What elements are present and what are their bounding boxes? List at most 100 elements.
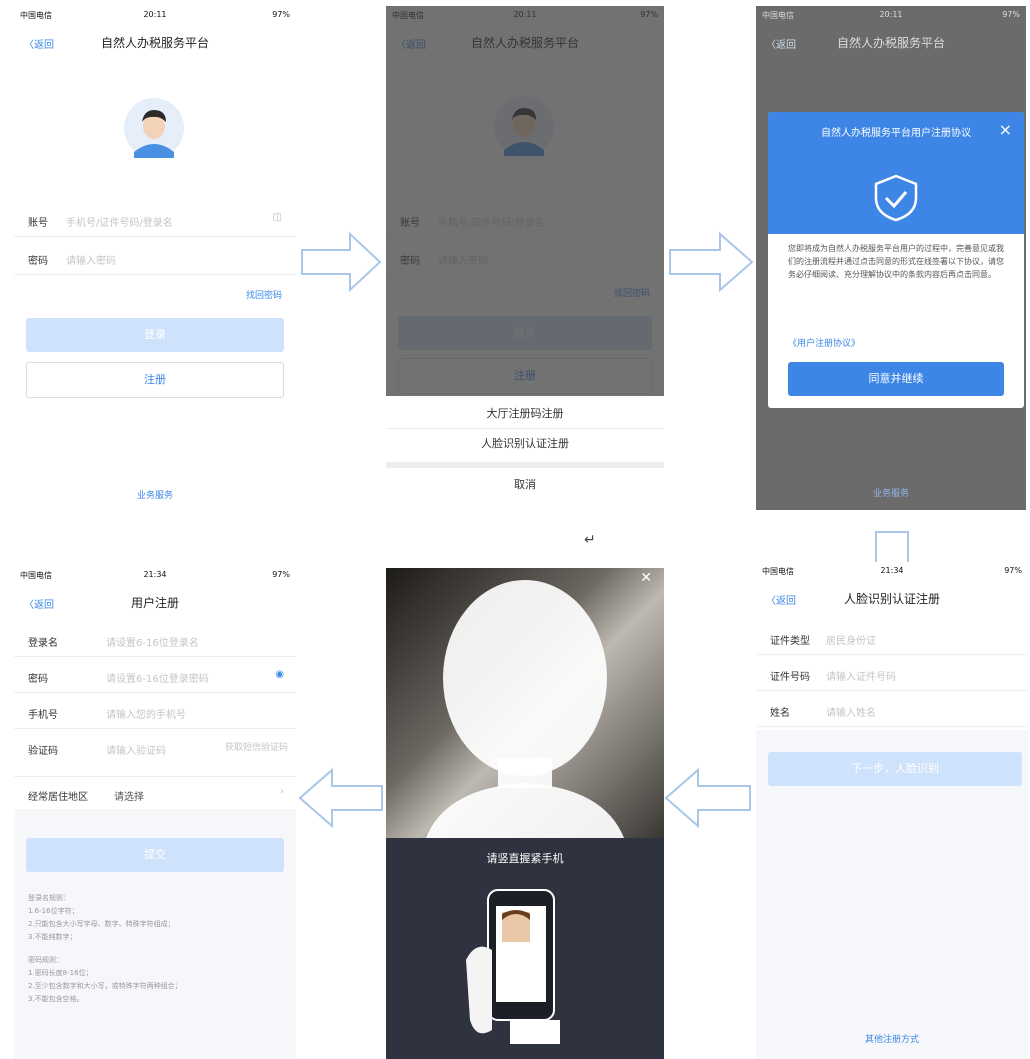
shield-check-icon bbox=[874, 174, 918, 222]
battery-text: 97% bbox=[272, 570, 290, 579]
chevron-right-icon: › bbox=[280, 786, 284, 797]
username-rule-1: 1.6-16位字符； bbox=[28, 907, 79, 915]
clear-icon[interactable]: ◫ bbox=[273, 212, 282, 223]
phone-hold-illustration-icon bbox=[466, 889, 560, 1044]
modal-title: 自然人办税服务平台用户注册协议 bbox=[821, 128, 971, 139]
username-label: 登录名 bbox=[28, 638, 58, 649]
footer-link[interactable]: 业务服务 bbox=[756, 486, 1026, 499]
face-register-form-screen: 中国电信 21:34 97% 〈返回 人脸识别认证注册 证件类型 居民身份证 证… bbox=[756, 562, 1028, 1059]
password-rule-2: 2.至少包含数字和大小写，或特殊字符两种组合； bbox=[28, 982, 182, 990]
action-sheet: 大厅注册码注册 人脸识别认证注册 取消 bbox=[386, 396, 664, 506]
page-title: 自然人办税服务平台 bbox=[836, 36, 945, 50]
login-screen: 中国电信 20:11 97% 〈返回 自然人办税服务平台 账号 手机号/证件号码… bbox=[14, 6, 296, 510]
user-register-screen: 中国电信 21:34 97% 〈返回 用户注册 登录名 请设置6-16位登录名 … bbox=[14, 566, 296, 1059]
agreement-link[interactable]: 《用户注册协议》 bbox=[788, 336, 860, 349]
register-options-screen: 中国电信 20:11 97% 〈返回 自然人办税服务平台 账号 手机号/证件号码… bbox=[386, 6, 664, 506]
account-input[interactable]: 手机号/证件号码/登录名 bbox=[66, 214, 173, 229]
arrow-right-icon bbox=[669, 231, 754, 293]
battery-text: 97% bbox=[272, 10, 290, 19]
sheet-divider bbox=[386, 462, 664, 468]
status-bar: 中国电信 21:34 97% bbox=[14, 566, 296, 584]
battery-text: 97% bbox=[1002, 10, 1020, 19]
battery-text: 97% bbox=[1004, 566, 1022, 575]
id-type-label: 证件类型 bbox=[770, 636, 810, 647]
region-label: 经常居住地区 bbox=[28, 792, 88, 803]
account-label: 账号 bbox=[28, 218, 48, 229]
phone-row: 手机号 请输入您的手机号 bbox=[14, 696, 296, 729]
modal-header: 自然人办税服务平台用户注册协议 × bbox=[768, 112, 1024, 234]
close-camera-button[interactable]: ✕ bbox=[640, 570, 652, 586]
agreement-modal: 自然人办税服务平台用户注册协议 × 您即将成为自然人办税服务平台用户的过程中，完… bbox=[768, 112, 1024, 408]
username-rule-3: 3.不能纯数字； bbox=[28, 933, 77, 941]
status-bar: 中国电信 20:11 97% bbox=[14, 6, 296, 24]
id-number-row: 证件号码 请输入证件号码 bbox=[756, 658, 1028, 691]
id-number-input[interactable]: 请输入证件号码 bbox=[826, 668, 896, 683]
page-title: 人脸识别认证注册 bbox=[843, 592, 940, 606]
avatar-icon bbox=[124, 98, 184, 158]
arrow-left-icon bbox=[298, 767, 383, 829]
nav-bar: 〈返回 人脸识别认证注册 bbox=[756, 584, 1028, 612]
page-title: 用户注册 bbox=[130, 596, 179, 610]
dim-overlay[interactable] bbox=[386, 6, 664, 396]
time-text: 20:11 bbox=[879, 10, 903, 19]
password-label: 密码 bbox=[28, 674, 48, 685]
password-input[interactable]: 请设置6-16位登录密码 bbox=[106, 670, 209, 685]
nav-bar: 〈返回 自然人办税服务平台 bbox=[756, 28, 1026, 56]
footer-link[interactable]: 业务服务 bbox=[14, 488, 296, 501]
phone-label: 手机号 bbox=[28, 710, 58, 721]
nav-bar: 〈返回 自然人办税服务平台 bbox=[14, 28, 296, 56]
forgot-password-link[interactable]: 找回密码 bbox=[246, 288, 282, 301]
id-type-row[interactable]: 证件类型 居民身份证 bbox=[756, 622, 1028, 655]
return-glyph: ↵ bbox=[584, 532, 596, 548]
eye-icon[interactable]: ◉ bbox=[275, 669, 284, 680]
username-rules-title: 登录名规则： bbox=[28, 894, 70, 902]
submit-button[interactable]: 提交 bbox=[26, 838, 284, 872]
nav-bar: 〈返回 用户注册 bbox=[14, 588, 296, 616]
rules-text: 登录名规则： 1.6-16位字符； 2.只能包含大小写字母、数字、特殊字符组成；… bbox=[28, 892, 282, 1006]
login-button[interactable]: 登录 bbox=[26, 318, 284, 352]
code-row: 验证码 请输入验证码 获取短信验证码 bbox=[14, 732, 296, 777]
account-row: 账号 手机号/证件号码/登录名 ◫ bbox=[14, 204, 296, 237]
arrow-right-icon bbox=[301, 231, 382, 293]
name-label: 姓名 bbox=[770, 708, 790, 719]
modal-body-text: 您即将成为自然人办税服务平台用户的过程中，完善意见或我们的注册流程并通过点击同意… bbox=[788, 244, 1004, 279]
code-input[interactable]: 请输入验证码 bbox=[106, 742, 166, 757]
region-row[interactable]: 经常居住地区 请选择 › bbox=[14, 778, 296, 811]
username-row: 登录名 请设置6-16位登录名 bbox=[14, 624, 296, 657]
username-rule-2: 2.只能包含大小写字母、数字、特殊字符组成； bbox=[28, 920, 175, 928]
cancel-button[interactable]: 取消 bbox=[386, 470, 664, 500]
get-code-button[interactable]: 获取短信验证码 bbox=[224, 742, 288, 755]
password-label: 密码 bbox=[28, 256, 48, 267]
password-rule-3: 3.不能包含空格。 bbox=[28, 995, 84, 1003]
page-title: 自然人办税服务平台 bbox=[100, 36, 209, 50]
code-label: 验证码 bbox=[28, 746, 58, 757]
option-face-register[interactable]: 人脸识别认证注册 bbox=[386, 430, 664, 458]
username-input[interactable]: 请设置6-16位登录名 bbox=[106, 634, 199, 649]
region-value[interactable]: 请选择 bbox=[114, 788, 144, 803]
time-text: 20:11 bbox=[143, 10, 167, 19]
face-silhouette-icon bbox=[426, 580, 624, 838]
id-type-value[interactable]: 居民身份证 bbox=[826, 632, 876, 647]
arrow-left-icon bbox=[664, 767, 751, 829]
status-bar: 中国电信 21:34 97% bbox=[756, 562, 1028, 580]
time-text: 21:34 bbox=[143, 570, 167, 579]
register-button[interactable]: 注册 bbox=[26, 362, 284, 398]
close-icon[interactable]: × bbox=[999, 120, 1012, 139]
name-row: 姓名 请输入姓名 bbox=[756, 694, 1028, 727]
next-face-button[interactable]: 下一步，人脸识别 bbox=[768, 752, 1022, 786]
password-rules-title: 密码规则： bbox=[28, 956, 63, 964]
password-input[interactable]: 请输入密码 bbox=[66, 252, 116, 267]
face-camera-screen: ✕ 请竖直握紧手机 bbox=[386, 568, 664, 1059]
agree-continue-button[interactable]: 同意并继续 bbox=[788, 362, 1004, 396]
time-text: 21:34 bbox=[880, 566, 904, 575]
option-hall-register[interactable]: 大厅注册码注册 bbox=[386, 400, 664, 429]
camera-hint: 请竖直握紧手机 bbox=[486, 852, 564, 865]
status-bar: 中国电信 20:11 97% bbox=[756, 6, 1026, 24]
camera-view: ✕ bbox=[386, 568, 664, 838]
other-method-link[interactable]: 其他注册方式 bbox=[756, 1032, 1028, 1045]
password-row: 密码 请输入密码 bbox=[14, 242, 296, 275]
name-input[interactable]: 请输入姓名 bbox=[826, 704, 876, 719]
phone-input[interactable]: 请输入您的手机号 bbox=[106, 706, 186, 721]
agreement-screen: 中国电信 20:11 97% 〈返回 自然人办税服务平台 自然人办税服务平台用户… bbox=[756, 6, 1026, 510]
